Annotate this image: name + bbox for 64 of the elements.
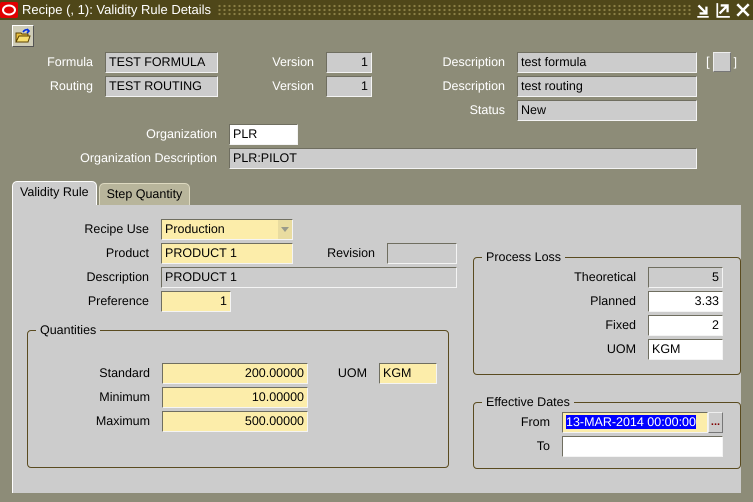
text-field[interactable]: TEST ROUTING xyxy=(105,76,218,96)
field-label: Organization xyxy=(145,126,218,143)
text-field[interactable] xyxy=(562,436,723,456)
bracket-text: ] xyxy=(734,54,737,71)
field-label: Minimum xyxy=(98,388,151,406)
group-title: Quantities xyxy=(36,322,100,338)
minimize-icon[interactable] xyxy=(695,2,711,18)
bracket-text: [ xyxy=(706,53,710,72)
text-field[interactable]: 10.00000 xyxy=(162,386,308,408)
folder-icon xyxy=(15,28,31,44)
field-label: UOM xyxy=(336,364,368,382)
tab[interactable]: Step Quantity xyxy=(98,183,190,205)
field-label: Status xyxy=(468,102,506,119)
field-label: Description xyxy=(441,54,506,71)
field-label: From xyxy=(520,414,551,431)
text-field[interactable]: 1 xyxy=(326,52,372,72)
text-field[interactable]: 3.33 xyxy=(648,290,723,312)
field-label: Description xyxy=(441,78,506,95)
dropdown-field[interactable]: Production xyxy=(161,218,293,240)
text-field[interactable]: KGM xyxy=(379,362,437,384)
text-field[interactable] xyxy=(387,242,457,264)
field-label: Product xyxy=(104,244,150,262)
field-label: Preference xyxy=(86,292,150,310)
text-field[interactable]: New xyxy=(517,100,697,120)
flexfield-button[interactable] xyxy=(712,52,731,72)
field-label: Description xyxy=(85,268,150,286)
field-label: Maximum xyxy=(94,412,151,430)
field-label: Revision xyxy=(326,244,376,262)
field-label: Version xyxy=(271,54,315,71)
text-field[interactable]: 1 xyxy=(161,290,231,312)
field-label: Version xyxy=(271,78,315,95)
text-field[interactable]: PRODUCT 1 xyxy=(161,242,293,264)
field-label: UOM xyxy=(606,340,637,358)
dropdown-value: Production xyxy=(165,220,225,238)
field-label: To xyxy=(536,438,551,455)
text-field[interactable]: test formula xyxy=(517,52,697,72)
text-field[interactable]: 500.00000 xyxy=(162,410,308,432)
close-icon[interactable] xyxy=(735,2,751,18)
text-field[interactable]: TEST FORMULA xyxy=(105,52,218,72)
text-field[interactable]: test routing xyxy=(517,76,697,96)
field-label: Planned xyxy=(589,292,637,310)
field-label: Theoretical xyxy=(573,268,637,286)
text-field[interactable]: PLR:PILOT xyxy=(229,148,697,168)
field-label: Fixed xyxy=(604,316,637,334)
field-label: Routing xyxy=(48,78,94,95)
text-field[interactable]: 5 xyxy=(648,266,723,288)
field-label: Recipe Use xyxy=(83,220,150,238)
tab[interactable]: Validity Rule xyxy=(12,181,97,205)
caret-icon xyxy=(278,220,292,238)
window-title: Recipe (, 1): Validity Rule Details xyxy=(21,1,212,20)
field-label: Standard xyxy=(98,364,151,382)
toolbar-button[interactable] xyxy=(12,25,34,47)
text-field[interactable]: 13-MAR-2014 00:00:00 xyxy=(562,412,708,432)
app-logo-icon[interactable] xyxy=(0,2,18,18)
text-field[interactable]: PLR xyxy=(229,124,298,144)
field-label: Formula xyxy=(46,54,94,71)
field-label: Organization Description xyxy=(79,150,218,167)
text-field[interactable]: PRODUCT 1 xyxy=(161,266,457,288)
text-field[interactable]: 1 xyxy=(326,76,372,96)
text-field[interactable]: 2 xyxy=(648,314,723,336)
maximize-icon[interactable] xyxy=(715,2,731,18)
text-field[interactable]: KGM xyxy=(648,338,723,360)
text-field[interactable]: 200.00000 xyxy=(162,362,308,384)
lov-button[interactable]: ... xyxy=(708,412,723,432)
